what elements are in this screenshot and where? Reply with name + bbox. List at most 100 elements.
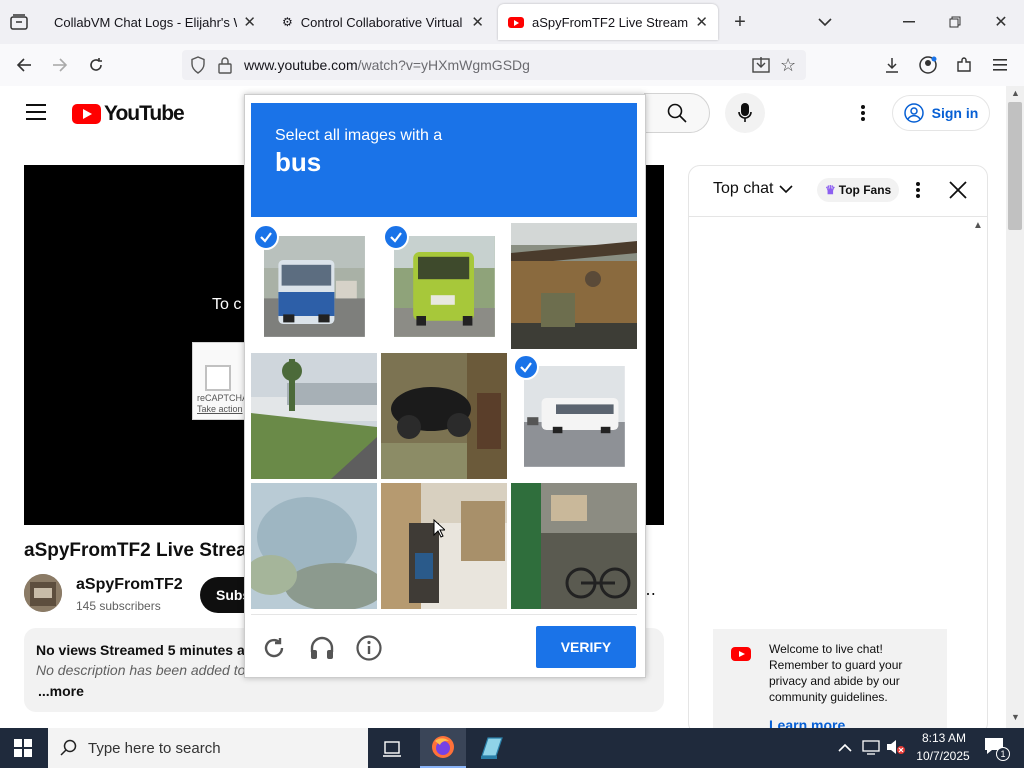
tile-image [511, 483, 637, 609]
streamed-time: Streamed 5 minutes ag [100, 642, 254, 658]
top-chat-label: Top chat [713, 180, 774, 197]
top-fans-chip[interactable]: ♛ Top Fans [817, 178, 900, 202]
tab-title: aSpyFromTF2 Live Stream - You [532, 14, 689, 30]
channel-name[interactable]: aSpyFromTF2 [76, 576, 183, 594]
collabvm-taskbar-icon[interactable] [478, 736, 504, 765]
microphone-icon [738, 103, 752, 122]
recaptcha-action-link[interactable]: Take action [197, 404, 243, 414]
new-tab-icon[interactable]: + [728, 10, 752, 34]
show-more-link[interactable]: ...more [38, 683, 84, 699]
windows-start-icon[interactable] [14, 739, 32, 762]
tab-youtube-live-stream[interactable]: aSpyFromTF2 Live Stream - You ✕ [498, 4, 718, 40]
tab-control-collaborative-vm[interactable]: ⚙ Control Collaborative Virtual Ma ✕ [272, 0, 494, 44]
bookmark-star-icon[interactable]: ☆ [780, 55, 796, 76]
sign-in-label: Sign in [931, 105, 979, 121]
scroll-down-icon[interactable]: ▼ [1011, 712, 1020, 722]
more-options-icon[interactable] [860, 104, 868, 122]
voice-search-button[interactable] [725, 93, 765, 133]
sign-in-button[interactable]: Sign in [892, 95, 990, 131]
youtube-logo[interactable]: YouTube [72, 102, 185, 126]
mouse-cursor-icon [433, 518, 447, 543]
window-close-icon[interactable]: ✕ [988, 12, 1014, 32]
menu-icon[interactable] [988, 54, 1012, 76]
restore-icon[interactable] [942, 12, 968, 32]
notifications-icon[interactable]: 1 [984, 737, 1010, 761]
task-view-icon[interactable] [382, 738, 402, 763]
url-bar[interactable]: www.youtube.com/watch?v=yHXmWgmGSDg ☆ [182, 50, 806, 80]
channel-avatar[interactable] [24, 574, 62, 612]
network-icon[interactable] [862, 739, 880, 760]
tile-image [251, 483, 377, 609]
top-fans-label: Top Fans [838, 183, 892, 197]
captcha-instructions: Select all images with a bus [251, 103, 637, 217]
close-icon[interactable]: ✕ [243, 13, 256, 31]
account-icon[interactable] [916, 54, 940, 76]
reload-challenge-icon[interactable] [262, 636, 286, 665]
top-chat-dropdown[interactable]: Top chat [713, 180, 794, 198]
captcha-target-word: bus [275, 147, 322, 177]
notification-count-badge: 1 [996, 747, 1010, 761]
page-scrollbar[interactable]: ▲ ▼ [1006, 86, 1024, 728]
info-icon[interactable] [356, 635, 382, 666]
tile-selected-check-icon [253, 224, 279, 250]
youtube-favicon-icon [508, 16, 524, 28]
tab-list-icon[interactable] [8, 12, 30, 32]
youtube-play-icon [72, 104, 101, 124]
scroll-up-icon[interactable]: ▲ [1011, 88, 1020, 98]
url-host: www.youtube.com [244, 57, 358, 73]
captcha-tile[interactable] [381, 353, 507, 479]
taskbar-search-placeholder: Type here to search [88, 739, 221, 757]
chat-welcome-text: Welcome to live chat! Remember to guard … [769, 642, 903, 704]
captcha-tile[interactable] [511, 483, 637, 609]
video-title: aSpyFromTF2 Live Strea [24, 540, 247, 561]
lock-icon[interactable] [218, 56, 232, 79]
recaptcha-label: reCAPTCHA [197, 393, 249, 403]
taskbar-search-box[interactable]: Type here to search [48, 728, 368, 768]
captcha-instruction-text: Select all images with a [275, 127, 443, 144]
captcha-tile[interactable] [511, 223, 637, 349]
clock-date[interactable]: 10/7/2025 [908, 749, 978, 763]
hamburger-menu-icon[interactable] [26, 104, 46, 122]
search-icon [667, 103, 687, 123]
verify-button[interactable]: VERIFY [536, 626, 636, 668]
tile-image [251, 353, 377, 479]
extensions-icon[interactable] [952, 54, 976, 76]
back-arrow-icon[interactable] [12, 54, 36, 76]
close-icon[interactable]: ✕ [695, 13, 708, 31]
captcha-tile[interactable] [251, 483, 377, 609]
search-button[interactable] [644, 93, 710, 133]
chevron-down-icon[interactable] [814, 12, 836, 32]
chat-close-icon[interactable] [949, 181, 967, 204]
tile-selected-check-icon [383, 224, 409, 250]
forward-arrow-icon[interactable] [48, 54, 72, 76]
clock-time[interactable]: 8:13 AM [912, 731, 976, 745]
tile-selected-check-icon [513, 354, 539, 380]
download-icon[interactable] [880, 54, 904, 76]
video-overlay-text: To c [212, 296, 242, 313]
page-save-icon[interactable] [752, 56, 770, 79]
chat-more-options-icon[interactable] [915, 181, 921, 204]
chat-scroll-up-icon[interactable]: ▲ [973, 220, 983, 231]
show-hidden-icons-icon[interactable] [838, 740, 852, 758]
firefox-taskbar-icon[interactable] [420, 728, 466, 768]
user-icon [903, 103, 924, 123]
audio-challenge-icon[interactable] [309, 636, 335, 665]
search-icon [60, 739, 77, 756]
chevron-down-icon [779, 185, 794, 194]
description-text: No description has been added to [36, 662, 246, 678]
youtube-chat-icon [731, 647, 751, 661]
reload-icon[interactable] [84, 54, 108, 76]
url-text: www.youtube.com/watch?v=yHXmWgmGSDg [244, 57, 530, 73]
recaptcha-checkbox[interactable] [205, 365, 231, 391]
volume-muted-icon[interactable] [886, 739, 906, 760]
close-icon[interactable]: ✕ [471, 13, 484, 31]
shield-icon[interactable] [190, 56, 206, 79]
youtube-logo-text: YouTube [104, 102, 185, 125]
scrollbar-thumb[interactable] [1008, 102, 1022, 230]
minimize-icon[interactable] [896, 12, 922, 32]
collabvm-icon: ⚙ [282, 15, 293, 29]
captcha-tile[interactable] [381, 483, 507, 609]
tab-bar: CollabVM Chat Logs - Elijahr's Webs ✕ ⚙ … [0, 0, 1024, 44]
tab-collabvm-chat-logs[interactable]: CollabVM Chat Logs - Elijahr's Webs ✕ [44, 0, 266, 44]
captcha-tile[interactable] [251, 353, 377, 479]
